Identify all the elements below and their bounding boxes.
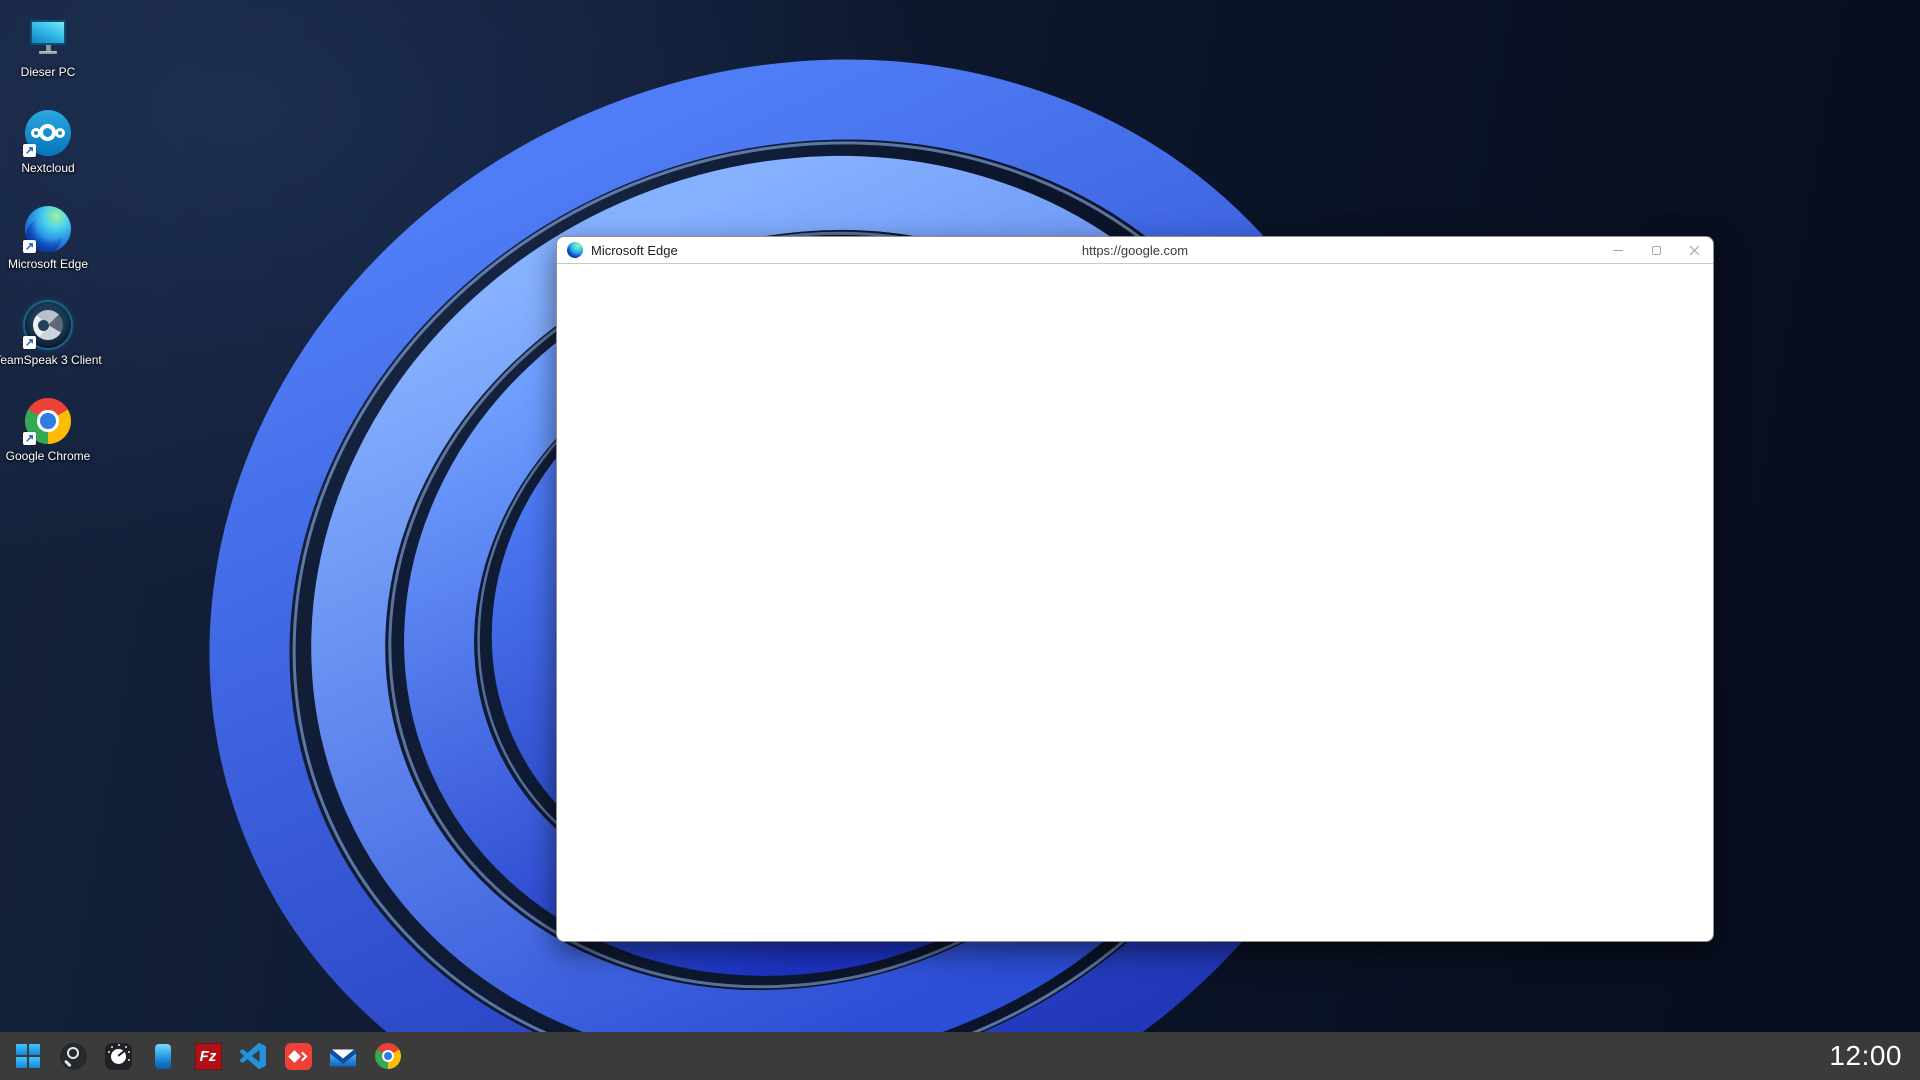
shortcut-arrow-icon xyxy=(23,144,36,157)
maximize-button[interactable] xyxy=(1637,237,1675,263)
shortcut-arrow-icon xyxy=(23,240,36,253)
window-title: Microsoft Edge xyxy=(591,243,678,258)
taskbar-items: Fz xyxy=(0,1042,402,1070)
vscode-button[interactable] xyxy=(239,1042,267,1070)
desktop-icon-label: Microsoft Edge xyxy=(8,257,88,271)
desktop-icon-nextcloud[interactable]: Nextcloud xyxy=(0,102,96,198)
search-icon xyxy=(60,1043,87,1070)
computer-monitor-icon xyxy=(25,14,71,60)
mail-button[interactable] xyxy=(329,1042,357,1070)
taskbar: Fz xyxy=(0,1032,1920,1080)
chrome-icon xyxy=(375,1043,401,1069)
shortcut-arrow-icon xyxy=(23,336,36,349)
browser-page-content xyxy=(557,264,1713,941)
desktop-icon-label: Google Chrome xyxy=(6,449,91,463)
desktop-icon-microsoft-edge[interactable]: Microsoft Edge xyxy=(0,198,96,294)
phone-link-button[interactable] xyxy=(149,1042,177,1070)
vscode-icon xyxy=(240,1043,266,1069)
windows-start-icon xyxy=(16,1044,40,1068)
desktop-background: Dieser PC Nextcloud Microsoft Edge xyxy=(0,0,1920,1080)
nextcloud-icon xyxy=(25,110,71,156)
maximize-icon xyxy=(1652,246,1661,255)
gauge-app-button[interactable] xyxy=(104,1042,132,1070)
window-url-text: https://google.com xyxy=(557,243,1713,258)
minimize-button[interactable] xyxy=(1599,237,1637,263)
chrome-taskbar-button[interactable] xyxy=(374,1042,402,1070)
close-button[interactable] xyxy=(1675,237,1713,263)
speedometer-gauge-icon xyxy=(105,1043,132,1070)
desktop-icon-label: TeamSpeak 3 Client xyxy=(0,353,102,367)
phone-icon xyxy=(155,1044,171,1069)
desktop-icon-label: Dieser PC xyxy=(21,65,76,79)
diamond-chevron-icon xyxy=(285,1043,312,1070)
chrome-icon xyxy=(25,398,71,444)
minimize-icon xyxy=(1613,250,1623,251)
taskbar-clock[interactable]: 12:00 xyxy=(1829,1040,1920,1072)
teamspeak-icon xyxy=(25,302,71,348)
desktop-icon-teamspeak[interactable]: TeamSpeak 3 Client xyxy=(0,294,96,390)
remote-app-button[interactable] xyxy=(284,1042,312,1070)
edge-icon xyxy=(25,206,71,252)
window-titlebar[interactable]: Microsoft Edge https://google.com xyxy=(557,237,1713,264)
desktop-icon-google-chrome[interactable]: Google Chrome xyxy=(0,390,96,486)
desktop-icon-label: Nextcloud xyxy=(21,161,74,175)
filezilla-button[interactable]: Fz xyxy=(194,1042,222,1070)
close-icon xyxy=(1689,245,1700,256)
desktop-icon-column: Dieser PC Nextcloud Microsoft Edge xyxy=(0,6,96,486)
desktop-icon-dieser-pc[interactable]: Dieser PC xyxy=(0,6,96,102)
edge-icon xyxy=(567,242,583,258)
start-button[interactable] xyxy=(14,1042,42,1070)
search-button[interactable] xyxy=(59,1042,87,1070)
shortcut-arrow-icon xyxy=(23,432,36,445)
mail-envelope-icon xyxy=(330,1046,356,1067)
filezilla-icon: Fz xyxy=(195,1043,222,1070)
window-controls xyxy=(1599,237,1713,263)
edge-window: Microsoft Edge https://google.com xyxy=(556,236,1714,942)
